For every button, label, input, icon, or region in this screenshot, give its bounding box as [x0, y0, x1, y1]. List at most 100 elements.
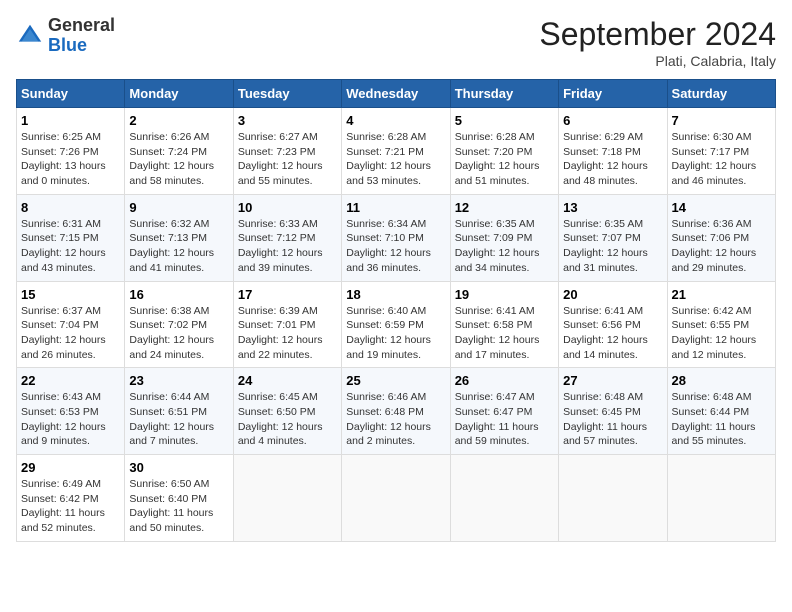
day-info: Sunrise: 6:29 AM Sunset: 7:18 PM Dayligh…: [563, 130, 662, 189]
day-info: Sunrise: 6:48 AM Sunset: 6:44 PM Dayligh…: [672, 390, 771, 449]
days-header-row: SundayMondayTuesdayWednesdayThursdayFrid…: [17, 80, 776, 108]
calendar-cell: 15 Sunrise: 6:37 AM Sunset: 7:04 PM Dayli…: [17, 281, 125, 368]
day-info: Sunrise: 6:35 AM Sunset: 7:07 PM Dayligh…: [563, 217, 662, 276]
calendar-cell: 29Sunrise: 6:49 AM Sunset: 6:42 PM Dayli…: [17, 455, 125, 542]
calendar-week-2: 8Sunrise: 6:31 AM Sunset: 7:15 PM Daylig…: [17, 194, 776, 281]
calendar-cell: 8Sunrise: 6:31 AM Sunset: 7:15 PM Daylig…: [17, 194, 125, 281]
calendar-cell: 2Sunrise: 6:26 AM Sunset: 7:24 PM Daylig…: [125, 108, 233, 195]
logo-blue-text: Blue: [48, 35, 87, 55]
day-header-monday: Monday: [125, 80, 233, 108]
day-number: 30: [129, 460, 228, 475]
day-number: 12: [455, 200, 554, 215]
day-header-saturday: Saturday: [667, 80, 775, 108]
day-number: 8: [21, 200, 120, 215]
calendar-cell: 22 Sunrise: 6:43 AM Sunset: 6:53 PM Dayli…: [17, 368, 125, 455]
day-info: Sunrise: 6:47 AM Sunset: 6:47 PM Dayligh…: [455, 390, 554, 449]
day-number: 24: [238, 373, 337, 388]
calendar-cell: 21Sunrise: 6:42 AM Sunset: 6:55 PM Dayli…: [667, 281, 775, 368]
day-header-sunday: Sunday: [17, 80, 125, 108]
day-number: 14: [672, 200, 771, 215]
calendar-cell: 11Sunrise: 6:34 AM Sunset: 7:10 PM Dayli…: [342, 194, 450, 281]
day-number: 1: [21, 113, 120, 128]
day-header-friday: Friday: [559, 80, 667, 108]
day-info: Sunrise: 6:32 AM Sunset: 7:13 PM Dayligh…: [129, 217, 228, 276]
day-number: 11: [346, 200, 445, 215]
day-info: Sunrise: 6:48 AM Sunset: 6:45 PM Dayligh…: [563, 390, 662, 449]
calendar-cell: 28Sunrise: 6:48 AM Sunset: 6:44 PM Dayli…: [667, 368, 775, 455]
logo: General Blue: [16, 16, 115, 56]
day-number: 4: [346, 113, 445, 128]
calendar-cell: 27 Sunrise: 6:48 AM Sunset: 6:45 PM Dayli…: [559, 368, 667, 455]
day-info: Sunrise: 6:42 AM Sunset: 6:55 PM Dayligh…: [672, 304, 771, 363]
day-info: Sunrise: 6:50 AM Sunset: 6:40 PM Dayligh…: [129, 477, 228, 536]
day-info: Sunrise: 6:35 AM Sunset: 7:09 PM Dayligh…: [455, 217, 554, 276]
day-number: 29: [21, 460, 120, 475]
calendar-cell: 7Sunrise: 6:30 AM Sunset: 7:17 PM Daylig…: [667, 108, 775, 195]
calendar-cell: 25Sunrise: 6:46 AM Sunset: 6:48 PM Dayli…: [342, 368, 450, 455]
day-info: Sunrise: 6:30 AM Sunset: 7:17 PM Dayligh…: [672, 130, 771, 189]
calendar-table: SundayMondayTuesdayWednesdayThursdayFrid…: [16, 79, 776, 542]
day-header-thursday: Thursday: [450, 80, 558, 108]
calendar-cell: 9 Sunrise: 6:32 AM Sunset: 7:13 PM Daylig…: [125, 194, 233, 281]
calendar-week-1: 1 Sunrise: 6:25 AM Sunset: 7:26 PM Daylig…: [17, 108, 776, 195]
month-title: September 2024: [539, 16, 776, 53]
day-number: 3: [238, 113, 337, 128]
day-number: 16: [129, 287, 228, 302]
day-header-wednesday: Wednesday: [342, 80, 450, 108]
day-number: 9: [129, 200, 228, 215]
day-number: 6: [563, 113, 662, 128]
logo-icon: [16, 22, 44, 50]
day-number: 27: [563, 373, 662, 388]
day-number: 22: [21, 373, 120, 388]
day-number: 20: [563, 287, 662, 302]
calendar-cell: 30 Sunrise: 6:50 AM Sunset: 6:40 PM Dayli…: [125, 455, 233, 542]
calendar-cell: 23 Sunrise: 6:44 AM Sunset: 6:51 PM Dayli…: [125, 368, 233, 455]
day-info: Sunrise: 6:43 AM Sunset: 6:53 PM Dayligh…: [21, 390, 120, 449]
calendar-cell: [450, 455, 558, 542]
calendar-cell: [559, 455, 667, 542]
day-info: Sunrise: 6:25 AM Sunset: 7:26 PM Dayligh…: [21, 130, 120, 189]
day-header-tuesday: Tuesday: [233, 80, 341, 108]
day-number: 5: [455, 113, 554, 128]
day-number: 19: [455, 287, 554, 302]
calendar-cell: [233, 455, 341, 542]
day-number: 13: [563, 200, 662, 215]
calendar-cell: 24 Sunrise: 6:45 AM Sunset: 6:50 PM Dayli…: [233, 368, 341, 455]
calendar-cell: 10Sunrise: 6:33 AM Sunset: 7:12 PM Dayli…: [233, 194, 341, 281]
calendar-cell: 3 Sunrise: 6:27 AM Sunset: 7:23 PM Daylig…: [233, 108, 341, 195]
day-info: Sunrise: 6:36 AM Sunset: 7:06 PM Dayligh…: [672, 217, 771, 276]
day-info: Sunrise: 6:44 AM Sunset: 6:51 PM Dayligh…: [129, 390, 228, 449]
calendar-week-4: 22 Sunrise: 6:43 AM Sunset: 6:53 PM Dayli…: [17, 368, 776, 455]
calendar-cell: 13 Sunrise: 6:35 AM Sunset: 7:07 PM Dayli…: [559, 194, 667, 281]
calendar-cell: 16Sunrise: 6:38 AM Sunset: 7:02 PM Dayli…: [125, 281, 233, 368]
calendar-cell: 1 Sunrise: 6:25 AM Sunset: 7:26 PM Daylig…: [17, 108, 125, 195]
day-info: Sunrise: 6:28 AM Sunset: 7:21 PM Dayligh…: [346, 130, 445, 189]
day-info: Sunrise: 6:45 AM Sunset: 6:50 PM Dayligh…: [238, 390, 337, 449]
calendar-cell: [342, 455, 450, 542]
calendar-cell: 14 Sunrise: 6:36 AM Sunset: 7:06 PM Dayli…: [667, 194, 775, 281]
day-number: 23: [129, 373, 228, 388]
calendar-cell: 6 Sunrise: 6:29 AM Sunset: 7:18 PM Daylig…: [559, 108, 667, 195]
day-info: Sunrise: 6:41 AM Sunset: 6:56 PM Dayligh…: [563, 304, 662, 363]
page-header: General Blue September 2024 Plati, Calab…: [16, 16, 776, 69]
day-number: 18: [346, 287, 445, 302]
logo-general-text: General: [48, 15, 115, 35]
day-info: Sunrise: 6:26 AM Sunset: 7:24 PM Dayligh…: [129, 130, 228, 189]
day-info: Sunrise: 6:33 AM Sunset: 7:12 PM Dayligh…: [238, 217, 337, 276]
calendar-cell: 5Sunrise: 6:28 AM Sunset: 7:20 PM Daylig…: [450, 108, 558, 195]
day-info: Sunrise: 6:27 AM Sunset: 7:23 PM Dayligh…: [238, 130, 337, 189]
calendar-cell: 4 Sunrise: 6:28 AM Sunset: 7:21 PM Daylig…: [342, 108, 450, 195]
location-subtitle: Plati, Calabria, Italy: [539, 53, 776, 69]
calendar-cell: 18 Sunrise: 6:40 AM Sunset: 6:59 PM Dayli…: [342, 281, 450, 368]
day-info: Sunrise: 6:37 AM Sunset: 7:04 PM Dayligh…: [21, 304, 120, 363]
title-area: September 2024 Plati, Calabria, Italy: [539, 16, 776, 69]
day-info: Sunrise: 6:46 AM Sunset: 6:48 PM Dayligh…: [346, 390, 445, 449]
day-info: Sunrise: 6:39 AM Sunset: 7:01 PM Dayligh…: [238, 304, 337, 363]
day-number: 15: [21, 287, 120, 302]
day-number: 17: [238, 287, 337, 302]
calendar-cell: [667, 455, 775, 542]
calendar-cell: 19Sunrise: 6:41 AM Sunset: 6:58 PM Dayli…: [450, 281, 558, 368]
calendar-week-3: 15 Sunrise: 6:37 AM Sunset: 7:04 PM Dayli…: [17, 281, 776, 368]
day-info: Sunrise: 6:40 AM Sunset: 6:59 PM Dayligh…: [346, 304, 445, 363]
calendar-week-5: 29Sunrise: 6:49 AM Sunset: 6:42 PM Dayli…: [17, 455, 776, 542]
